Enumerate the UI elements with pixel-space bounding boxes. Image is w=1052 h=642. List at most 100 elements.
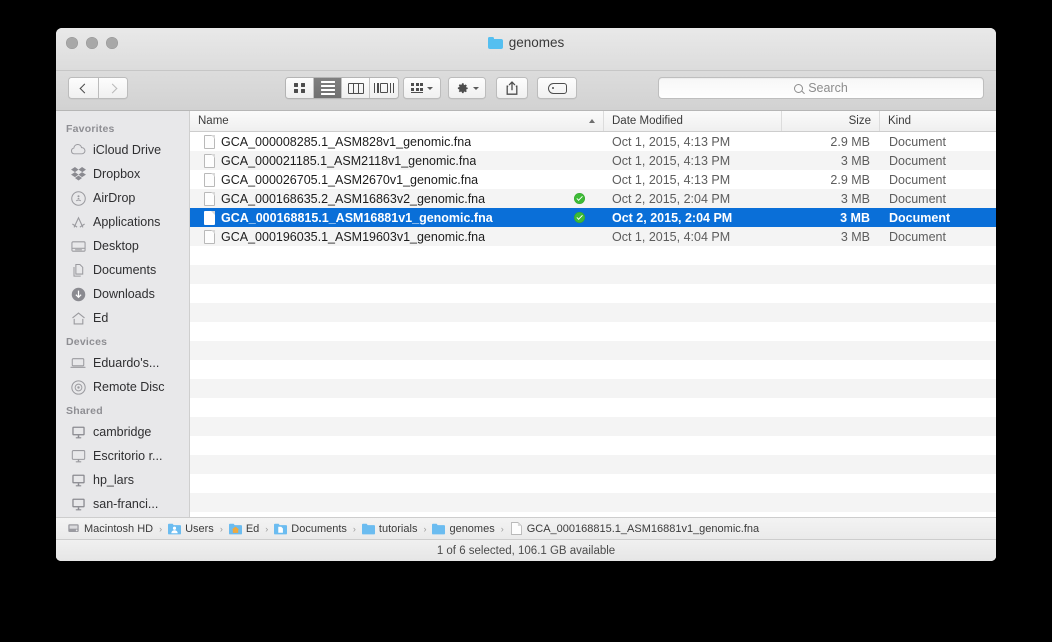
path-segment[interactable]: Users [168,522,214,535]
folder-icon [432,522,446,535]
sidebar-item-documents[interactable]: Documents [56,258,189,282]
home-folder-icon [228,522,242,535]
cell-name[interactable]: GCA_000026705.1_ASM2670v1_genomic.fna [190,172,604,187]
empty-row [190,341,996,360]
empty-row [190,379,996,398]
sidebar-item-hp-lars[interactable]: hp_lars [56,468,189,492]
empty-row [190,398,996,417]
empty-row [190,303,996,322]
cloud-icon [70,142,86,158]
action-button[interactable] [448,77,486,99]
path-segment[interactable]: genomes [432,522,495,535]
disc-icon [70,379,86,395]
sidebar-item-escritorio[interactable]: Escritorio r... [56,444,189,468]
column-view-button[interactable] [342,78,370,98]
document-icon [204,172,215,187]
window-titlebar: genomes [56,28,996,71]
path-segment-label: Macintosh HD [84,522,154,535]
sidebar-item-downloads[interactable]: Downloads [56,282,189,306]
search-input[interactable]: Search [658,77,984,99]
arrange-icon [411,83,423,93]
sidebar-item-label: Downloads [93,287,155,301]
sidebar-item-eduardos-mac[interactable]: Eduardo's... [56,351,189,375]
arrange-button[interactable] [403,77,441,99]
cell-kind: Document [889,153,946,168]
path-bar[interactable]: Macintosh HD › Users › Ed › Documents › tutorial… [56,517,996,539]
sort-ascending-icon [589,119,595,123]
column-header-label: Name [198,115,229,127]
sidebar-section-devices: Devices [66,336,108,348]
downloads-icon [70,286,86,302]
display-icon [70,496,86,512]
display-icon [70,448,86,464]
window-body: Favorites iCloud Drive Dropbox AirDrop A… [56,111,996,561]
green-tag-icon [574,193,585,204]
table-row[interactable]: GCA_000196035.1_ASM19603v1_genomic.fna Oc… [190,227,996,246]
file-list-header: Name Date Modified Size Kind [190,111,996,132]
sidebar: Favorites iCloud Drive Dropbox AirDrop A… [56,111,190,561]
cell-size: 2.9 MB [830,172,870,187]
cell-size: 2.9 MB [830,134,870,149]
cell-name[interactable]: GCA_000021185.1_ASM2118v1_genomic.fna [190,153,604,168]
empty-row [190,322,996,341]
file-list-pane: Name Date Modified Size Kind GCA_0000082… [190,111,996,561]
forward-button[interactable] [98,77,128,99]
column-header-name[interactable]: Name [190,111,604,131]
sidebar-item-remote-disc[interactable]: Remote Disc [56,375,189,399]
column-header-size[interactable]: Size [782,111,880,131]
tag-button[interactable] [537,77,577,99]
view-mode-segmented-control[interactable] [285,77,399,99]
path-segment[interactable]: Ed [228,522,259,535]
sidebar-item-dropbox[interactable]: Dropbox [56,162,189,186]
table-row[interactable]: GCA_000026705.1_ASM2670v1_genomic.fna Oct… [190,170,996,189]
green-tag-icon [574,212,585,223]
sidebar-item-cambridge[interactable]: cambridge [56,420,189,444]
file-list-rows: GCA_000008285.1_ASM828v1_genomic.fna Oct … [190,132,996,561]
sidebar-item-airdrop[interactable]: AirDrop [56,186,189,210]
sidebar-item-san-francisco[interactable]: san-franci... [56,492,189,516]
empty-row [190,474,996,493]
file-name-label: GCA_000026705.1_ASM2670v1_genomic.fna [221,172,479,187]
table-row[interactable]: GCA_000168635.2_ASM16863v2_genomic.fna Oc… [190,189,996,208]
cell-name[interactable]: GCA_000008285.1_ASM828v1_genomic.fna [190,134,604,149]
path-segment[interactable]: Macintosh HD [67,522,153,535]
documents-folder-icon [274,522,288,535]
laptop-icon [70,355,86,371]
column-header-label: Date Modified [612,115,683,127]
sidebar-item-desktop[interactable]: Desktop [56,234,189,258]
coverflow-view-button[interactable] [370,78,398,98]
path-segment[interactable]: Documents [274,522,347,535]
tag-icon [547,82,567,94]
sidebar-item-icloud-drive[interactable]: iCloud Drive [56,138,189,162]
back-button[interactable] [68,77,98,99]
sidebar-item-home[interactable]: Ed [56,306,189,330]
list-view-button[interactable] [314,78,342,98]
sidebar-section-favorites: Favorites [66,123,115,135]
column-header-kind[interactable]: Kind [880,111,996,131]
table-row[interactable]: GCA_000168815.1_ASM16881v1_genomic.fna Oc… [190,208,996,227]
icon-view-icon [294,82,305,94]
finder-window: genomes >_... [56,28,996,561]
path-segment[interactable]: GCA_000168815.1_ASM16881v1_genomic.fna [510,522,759,535]
documents-icon [70,262,86,278]
table-row[interactable]: GCA_000008285.1_ASM828v1_genomic.fna Oct … [190,132,996,151]
icon-view-button[interactable] [286,78,314,98]
cell-size: 3 MB [840,191,870,206]
path-separator: › [265,523,269,534]
sidebar-item-applications[interactable]: Applications [56,210,189,234]
file-name-label: GCA_000008285.1_ASM828v1_genomic.fna [221,134,472,149]
cell-name[interactable]: GCA_000196035.1_ASM19603v1_genomic.fna [190,229,604,244]
empty-row [190,265,996,284]
cell-name[interactable]: GCA_000168815.1_ASM16881v1_genomic.fna [190,210,604,225]
chevron-left-icon [79,83,90,93]
path-segment[interactable]: tutorials [361,522,417,535]
column-header-date-modified[interactable]: Date Modified [604,111,782,131]
sidebar-item-label: hp_lars [93,473,134,487]
document-icon [204,210,215,225]
display-icon [70,472,86,488]
cell-name[interactable]: GCA_000168635.2_ASM16863v2_genomic.fna [190,191,604,206]
coverflow-view-icon [373,83,395,93]
table-row[interactable]: GCA_000021185.1_ASM2118v1_genomic.fna Oct… [190,151,996,170]
path-separator: › [159,523,163,534]
share-button[interactable] [496,77,528,99]
